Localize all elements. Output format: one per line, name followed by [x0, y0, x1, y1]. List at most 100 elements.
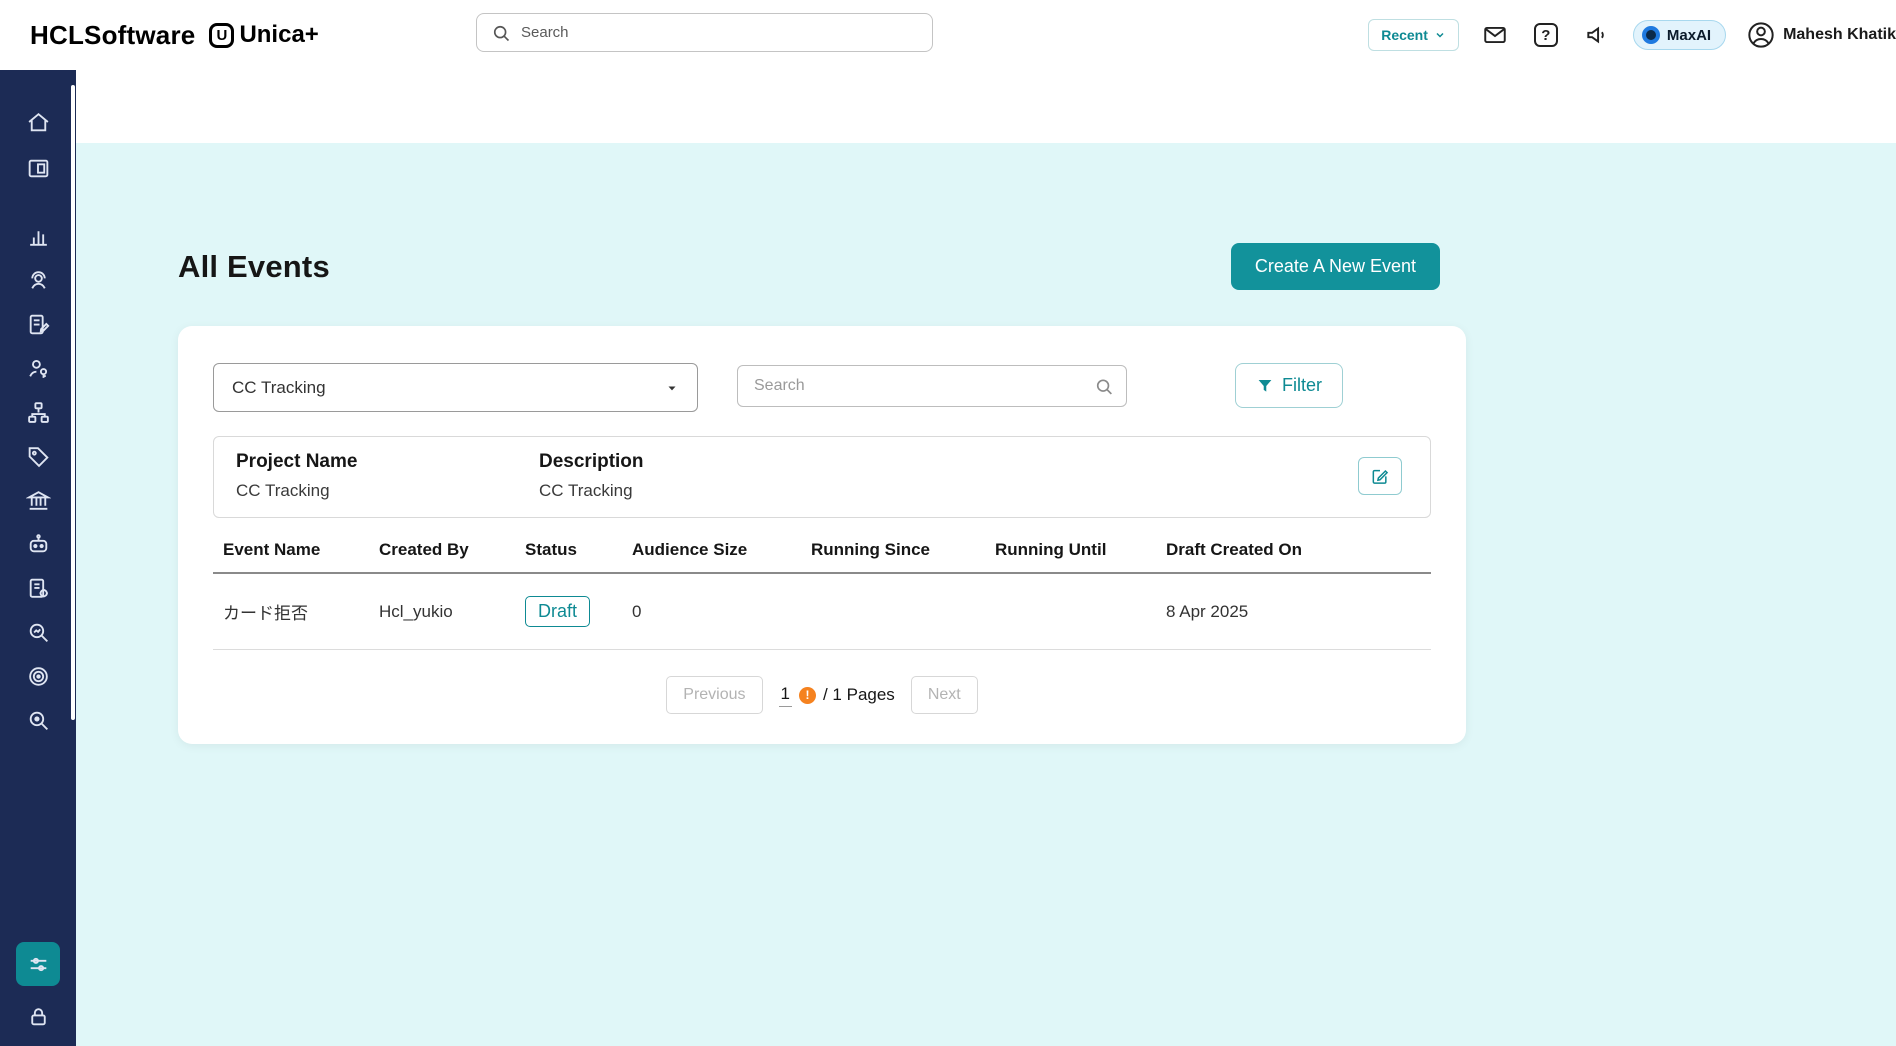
cell-running-until	[985, 590, 1156, 634]
discover-search-icon	[26, 708, 51, 733]
sidebar-item-goals[interactable]	[16, 654, 60, 698]
cell-event-name: カード拒否	[213, 577, 369, 646]
user-key-icon	[26, 356, 51, 381]
search-icon	[1094, 376, 1114, 397]
cell-status: Draft	[515, 574, 622, 649]
col-audience-size: Audience Size	[622, 526, 801, 572]
project-name-label: Project Name	[236, 451, 539, 473]
edit-pencil-icon	[1370, 466, 1390, 486]
global-search-input[interactable]	[521, 24, 918, 41]
main-content: All Events Create A New Event CC Trackin…	[76, 70, 1896, 1046]
help-icon: ?	[1534, 23, 1558, 47]
recent-dropdown[interactable]: Recent	[1368, 19, 1459, 51]
cell-audience-size: 0	[622, 580, 801, 644]
col-running-until: Running Until	[985, 526, 1156, 572]
help-button[interactable]: ?	[1531, 20, 1561, 50]
events-table: Event Name Created By Status Audience Si…	[213, 526, 1431, 650]
home-icon	[26, 110, 51, 135]
table-row[interactable]: カード拒否 Hcl_yukio Draft 0 8 Apr 2025	[213, 574, 1431, 650]
total-pages: / 1 Pages	[823, 685, 895, 705]
sidebar-item-hierarchy[interactable]	[16, 390, 60, 434]
events-search[interactable]	[737, 365, 1127, 407]
hierarchy-icon	[26, 400, 51, 425]
col-created-by: Created By	[369, 526, 515, 572]
sidebar-item-discover[interactable]	[16, 698, 60, 742]
sidebar-item-access[interactable]	[16, 346, 60, 390]
subheader-strip	[76, 70, 1896, 143]
sidebar-item-rules[interactable]	[16, 566, 60, 610]
sidebar	[0, 70, 76, 1046]
edit-project-button[interactable]	[1358, 457, 1402, 495]
project-name-value: CC Tracking	[236, 481, 539, 501]
project-description-label: Description	[539, 451, 644, 473]
unica-logo: U Unica+	[209, 21, 318, 49]
project-description-value: CC Tracking	[539, 481, 644, 501]
cell-running-since	[801, 590, 985, 634]
create-event-button[interactable]: Create A New Event	[1231, 243, 1440, 290]
mail-icon	[1482, 22, 1508, 48]
bar-chart-icon	[26, 224, 51, 249]
recent-label: Recent	[1381, 27, 1428, 43]
next-page-button[interactable]: Next	[911, 676, 978, 714]
settings-sliders-icon	[26, 952, 51, 977]
project-select-value: CC Tracking	[232, 378, 326, 398]
previous-page-button[interactable]: Previous	[666, 676, 762, 714]
audience-icon	[26, 268, 51, 293]
bank-icon	[26, 488, 51, 513]
col-running-since: Running Since	[801, 526, 985, 572]
project-select[interactable]: CC Tracking	[213, 363, 698, 412]
sidebar-item-settings[interactable]	[16, 942, 60, 986]
user-name: Mahesh Khatik	[1783, 26, 1896, 44]
doc-gear-icon	[26, 576, 51, 601]
lock-icon	[26, 1004, 51, 1029]
topbar-actions: Recent ? MaxAI Mahesh Khatik	[1368, 0, 1896, 70]
project-info-box: Project Name CC Tracking Description CC …	[213, 436, 1431, 518]
sidebar-item-audience[interactable]	[16, 258, 60, 302]
cell-created-by: Hcl_yukio	[369, 580, 515, 644]
bot-icon	[26, 532, 51, 557]
maxai-label: MaxAI	[1667, 27, 1711, 44]
pagination: Previous 1 ! / 1 Pages Next	[213, 676, 1431, 714]
current-page[interactable]: 1	[779, 684, 792, 707]
sidebar-item-dashboard[interactable]	[16, 146, 60, 190]
status-badge: Draft	[525, 596, 590, 627]
hcl-logo: HCLSoftware	[30, 20, 195, 51]
sidebar-item-institution[interactable]	[16, 478, 60, 522]
events-card: CC Tracking Filter Project Name CC Track…	[178, 326, 1466, 744]
sidebar-item-forms[interactable]	[16, 302, 60, 346]
filter-funnel-icon	[1256, 377, 1274, 395]
search-icon	[491, 23, 511, 43]
maxai-button[interactable]: MaxAI	[1633, 20, 1726, 50]
select-caret-icon	[665, 381, 679, 395]
events-search-input[interactable]	[754, 377, 1094, 395]
filter-button[interactable]: Filter	[1235, 363, 1343, 408]
sidebar-item-analytics[interactable]	[16, 214, 60, 258]
global-search[interactable]	[476, 13, 933, 52]
sidebar-item-home[interactable]	[16, 100, 60, 144]
filter-label: Filter	[1282, 375, 1322, 396]
announcements-button[interactable]	[1582, 20, 1612, 50]
product-name: Unica+	[239, 21, 318, 49]
dashboard-icon	[26, 156, 51, 181]
insight-search-icon	[26, 620, 51, 645]
sidebar-item-insights[interactable]	[16, 610, 60, 654]
user-menu[interactable]: Mahesh Khatik	[1747, 21, 1896, 49]
avatar-icon	[1747, 21, 1775, 49]
page-warning-icon: !	[799, 687, 816, 704]
brand-area: HCLSoftware U Unica+	[30, 0, 319, 70]
target-icon	[26, 664, 51, 689]
tag-icon	[26, 444, 51, 469]
mail-button[interactable]	[1480, 20, 1510, 50]
megaphone-icon	[1584, 22, 1610, 48]
topbar: HCLSoftware U Unica+ Recent ? MaxAI Mahe	[0, 0, 1896, 70]
sidebar-item-security[interactable]	[16, 994, 60, 1038]
table-header-row: Event Name Created By Status Audience Si…	[213, 526, 1431, 574]
col-event-name: Event Name	[213, 526, 369, 572]
col-status: Status	[515, 526, 622, 572]
chevron-down-icon	[1434, 29, 1446, 41]
sidebar-item-offers[interactable]	[16, 434, 60, 478]
unica-logo-icon: U	[209, 23, 234, 48]
sidebar-scrollbar[interactable]	[71, 85, 75, 720]
sidebar-item-bot[interactable]	[16, 522, 60, 566]
cell-draft-created-on: 8 Apr 2025	[1156, 580, 1431, 644]
